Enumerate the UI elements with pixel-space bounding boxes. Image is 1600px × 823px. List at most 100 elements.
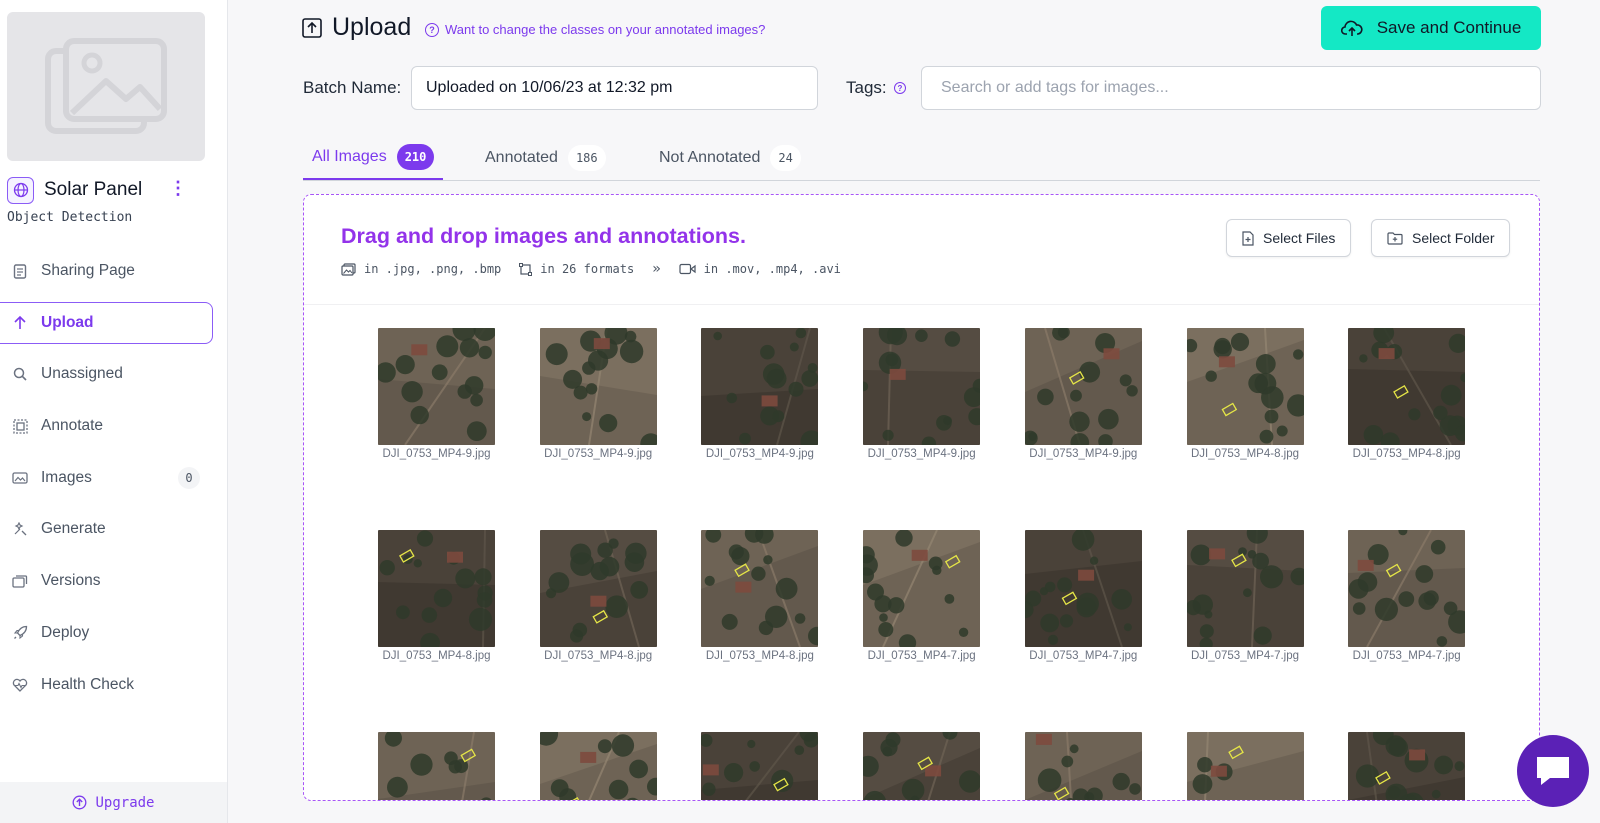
- image-thumbnail-tile[interactable]: [863, 732, 981, 800]
- image-thumbnail-tile[interactable]: [701, 732, 819, 800]
- save-and-continue-label: Save and Continue: [1376, 18, 1522, 37]
- upload-dropzone[interactable]: Drag and drop images and annotations. in…: [303, 194, 1540, 801]
- tab-label: Not Annotated: [659, 148, 761, 166]
- chevron-double-right-icon[interactable]: »: [652, 261, 660, 277]
- arrow-up-icon: [12, 315, 28, 331]
- image-thumbnail-tile[interactable]: DJI_0753_MP4-7.jpg: [863, 530, 981, 662]
- aerial-image[interactable]: [1186, 328, 1304, 445]
- sidebar-item-generate[interactable]: Generate: [0, 508, 228, 550]
- image-thumbnail-tile[interactable]: [1024, 732, 1142, 800]
- annotation-format-text: in 26 formats: [540, 262, 635, 276]
- image-thumbnail-tile[interactable]: [539, 732, 657, 800]
- sidebar-item-deploy[interactable]: Deploy: [0, 612, 228, 654]
- image-filename: DJI_0753_MP4-7.jpg: [1190, 650, 1300, 662]
- images-icon: [341, 262, 356, 276]
- tab-count-badge: 24: [770, 144, 801, 171]
- image-thumbnail-tile[interactable]: DJI_0753_MP4-9.jpg: [863, 328, 981, 460]
- image-thumbnail-tile[interactable]: DJI_0753_MP4-8.jpg: [701, 530, 819, 662]
- tab-count-badge: 186: [567, 144, 606, 171]
- sidebar: Solar Panel ⋮ Object Detection Sharing P…: [0, 0, 228, 823]
- sidebar-item-sharing-page[interactable]: Sharing Page: [0, 250, 228, 292]
- select-folder-button[interactable]: Select Folder: [1371, 219, 1511, 257]
- aerial-image[interactable]: [378, 530, 495, 647]
- sidebar-item-upload[interactable]: Upload: [0, 301, 213, 344]
- image-thumbnail-tile[interactable]: DJI_0753_MP4-7.jpg: [1348, 530, 1466, 662]
- image-filename: DJI_0753_MP4-9.jpg: [705, 448, 814, 460]
- aerial-image[interactable]: [1348, 732, 1466, 800]
- tab-count-badge: 210: [396, 143, 435, 170]
- aerial-image[interactable]: [1024, 328, 1142, 445]
- rocket-icon: [12, 625, 28, 641]
- aerial-image[interactable]: [863, 328, 981, 445]
- dropzone-header: Drag and drop images and annotations. in…: [304, 195, 1539, 305]
- change-classes-link-text: Want to change the classes on your annot…: [445, 22, 766, 37]
- aerial-image[interactable]: [539, 732, 657, 800]
- aerial-image[interactable]: [863, 732, 981, 800]
- document-icon: [12, 263, 28, 279]
- image-thumbnail-tile[interactable]: DJI_0753_MP4-8.jpg: [378, 530, 495, 662]
- aerial-image[interactable]: [1186, 732, 1304, 800]
- aerial-image[interactable]: [539, 530, 657, 647]
- project-thumbnail-placeholder: [7, 12, 205, 161]
- tab-not-annotated[interactable]: Not Annotated 24: [659, 135, 801, 180]
- sidebar-item-versions[interactable]: Versions: [0, 560, 228, 602]
- aerial-image[interactable]: [1024, 530, 1142, 647]
- upgrade-button[interactable]: Upgrade: [0, 782, 227, 823]
- file-plus-icon: [1242, 230, 1254, 246]
- image-filename: DJI_0753_MP4-7.jpg: [1029, 650, 1138, 662]
- sidebar-item-annotate[interactable]: Annotate: [0, 405, 228, 447]
- aerial-image[interactable]: [539, 328, 657, 445]
- aerial-image[interactable]: [378, 328, 495, 445]
- page-title: Upload: [302, 13, 411, 42]
- tags-search-input[interactable]: [921, 66, 1541, 110]
- aerial-image[interactable]: [378, 732, 495, 800]
- select-files-label: Select Files: [1263, 230, 1336, 246]
- image-thumbnail-tile[interactable]: DJI_0753_MP4-8.jpg: [1348, 328, 1466, 460]
- image-thumbnail-tile[interactable]: DJI_0753_MP4-8.jpg: [1186, 328, 1304, 460]
- tags-label: Tags:: [846, 78, 887, 97]
- chat-support-button[interactable]: [1517, 735, 1589, 807]
- image-thumbnail-tile[interactable]: DJI_0753_MP4-9.jpg: [539, 328, 657, 460]
- image-filter-tabs: All Images 210 Annotated 186 Not Annotat…: [303, 135, 1540, 181]
- images-count-badge: 0: [178, 466, 200, 489]
- sidebar-item-label: Versions: [41, 572, 101, 590]
- image-thumbnail-tile[interactable]: [1348, 732, 1466, 800]
- sidebar-nav: Sharing Page Upload Unassigned Annotate …: [0, 250, 228, 715]
- image-thumbnail-tile[interactable]: DJI_0753_MP4-9.jpg: [701, 328, 819, 460]
- batch-name-input[interactable]: [411, 66, 818, 110]
- image-format-text: in .jpg, .png, .bmp: [364, 262, 502, 276]
- aerial-image[interactable]: [701, 328, 819, 445]
- annotation-format-hint: in 26 formats: [519, 262, 634, 276]
- change-classes-link[interactable]: ? Want to change the classes on your ann…: [425, 22, 765, 37]
- image-thumbnail-tile[interactable]: DJI_0753_MP4-9.jpg: [378, 328, 495, 460]
- tab-annotated[interactable]: Annotated 186: [485, 135, 606, 180]
- image-filename: DJI_0753_MP4-9.jpg: [544, 448, 653, 460]
- heart-pulse-icon: [12, 677, 28, 693]
- sidebar-item-unassigned[interactable]: Unassigned: [0, 353, 228, 395]
- save-and-continue-button[interactable]: Save and Continue: [1321, 6, 1541, 50]
- image-thumbnail-tile[interactable]: DJI_0753_MP4-9.jpg: [1024, 328, 1142, 460]
- image-thumbnail-tile[interactable]: DJI_0753_MP4-7.jpg: [1186, 530, 1304, 662]
- aerial-image[interactable]: [701, 732, 819, 800]
- image-thumbnail-tile[interactable]: [1186, 732, 1304, 800]
- sidebar-item-label: Health Check: [41, 675, 135, 693]
- image-thumbnail-tile[interactable]: DJI_0753_MP4-7.jpg: [1024, 530, 1142, 662]
- sidebar-item-health-check[interactable]: Health Check: [0, 664, 228, 706]
- select-files-button[interactable]: Select Files: [1226, 219, 1352, 257]
- tab-all-images[interactable]: All Images 210: [303, 135, 444, 180]
- upgrade-label: Upgrade: [95, 794, 155, 811]
- image-filename: DJI_0753_MP4-9.jpg: [867, 448, 976, 460]
- more-options-icon[interactable]: ⋮: [169, 178, 187, 198]
- image-thumbnail-tile[interactable]: [378, 732, 495, 800]
- aerial-image[interactable]: [1348, 530, 1466, 647]
- aerial-image[interactable]: [863, 530, 981, 647]
- image-thumbnail-tile[interactable]: DJI_0753_MP4-8.jpg: [539, 530, 657, 662]
- aerial-image[interactable]: [1348, 328, 1466, 445]
- sidebar-item-images[interactable]: Images 0: [0, 457, 228, 499]
- cloud-upload-icon: [1340, 20, 1363, 36]
- aerial-image[interactable]: [1024, 732, 1142, 800]
- page-title-text: Upload: [332, 13, 412, 41]
- folder-plus-icon: [1387, 231, 1403, 245]
- aerial-image[interactable]: [1186, 530, 1304, 647]
- aerial-image[interactable]: [701, 530, 819, 647]
